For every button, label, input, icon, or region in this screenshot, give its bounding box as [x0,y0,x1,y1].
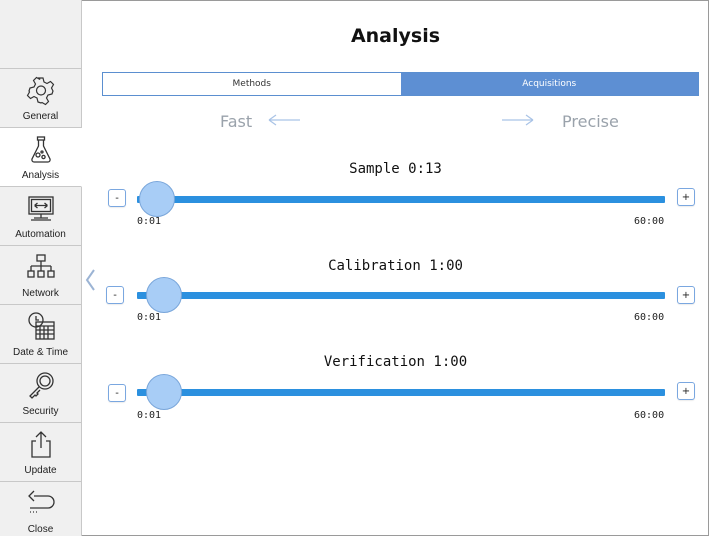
arrow-left-icon [268,114,300,126]
tab-acquisitions[interactable]: Acquisitions [400,73,698,95]
sample-slider-track[interactable] [137,196,665,203]
verification-min-label: 0:01 [137,410,162,421]
gear-icon [26,76,54,106]
return-arrow-icon [27,490,55,513]
sidebar-item-label: Network [22,288,59,299]
arrow-right-icon [502,114,534,126]
sidebar-item-label: Close [27,524,54,535]
sample-increase-button[interactable]: + [677,188,695,206]
sample-decrease-button[interactable]: - [108,189,126,207]
sample-max-label: 60:00 [634,216,665,227]
sidebar-item-close[interactable]: Close [0,482,81,536]
tab-bar: Methods Acquisitions [102,72,699,96]
calendar-clock-icon [27,312,55,340]
sidebar-item-automation[interactable]: Automation [0,187,81,246]
sidebar-item-label: Date & Time [12,347,69,358]
flask-icon [30,136,51,163]
sidebar-item-network[interactable]: Network [0,246,81,305]
sidebar: General Analysis Automation Network Date… [0,0,82,536]
calibration-increase-button[interactable]: + [677,286,695,304]
sidebar-item-update[interactable]: Update [0,423,81,482]
tab-methods[interactable]: Methods [103,73,401,95]
precise-hint-label: Precise [562,112,619,131]
sample-slider-title: Sample 0:13 [349,161,442,177]
page-title: Analysis [350,25,441,47]
sidebar-item-general[interactable]: General [0,69,81,128]
network-icon [26,254,55,278]
calibration-slider-thumb[interactable] [145,277,182,313]
calibration-slider-title: Calibration 1:00 [328,258,463,274]
key-icon [28,372,54,399]
upload-icon [30,431,51,458]
sidebar-item-analysis[interactable]: Analysis [0,128,82,187]
sidebar-header [0,0,81,69]
sidebar-item-label: General [22,111,59,122]
sidebar-item-label: Security [22,406,59,417]
sidebar-item-security[interactable]: Security [0,364,81,423]
calibration-max-label: 60:00 [634,312,665,323]
sidebar-item-label: Update [24,465,57,476]
calibration-slider-track[interactable] [137,292,665,299]
sidebar-item-label: Automation [15,229,66,240]
sidebar-item-date-time[interactable]: Date & Time [0,305,81,364]
sample-min-label: 0:01 [137,216,162,227]
verification-increase-button[interactable]: + [677,382,695,400]
verification-slider-thumb[interactable] [145,374,182,410]
verification-slider-track[interactable] [137,389,665,396]
sample-slider-thumb[interactable] [139,181,176,217]
verification-max-label: 60:00 [634,410,665,421]
calibration-decrease-button[interactable]: - [106,286,124,304]
calibration-min-label: 0:01 [137,312,162,323]
monitor-arrows-icon [27,196,54,221]
fast-hint-label: Fast [220,112,253,131]
verification-slider-title: Verification 1:00 [323,354,468,370]
sidebar-item-label: Analysis [21,170,60,181]
verification-decrease-button[interactable]: - [108,384,126,402]
